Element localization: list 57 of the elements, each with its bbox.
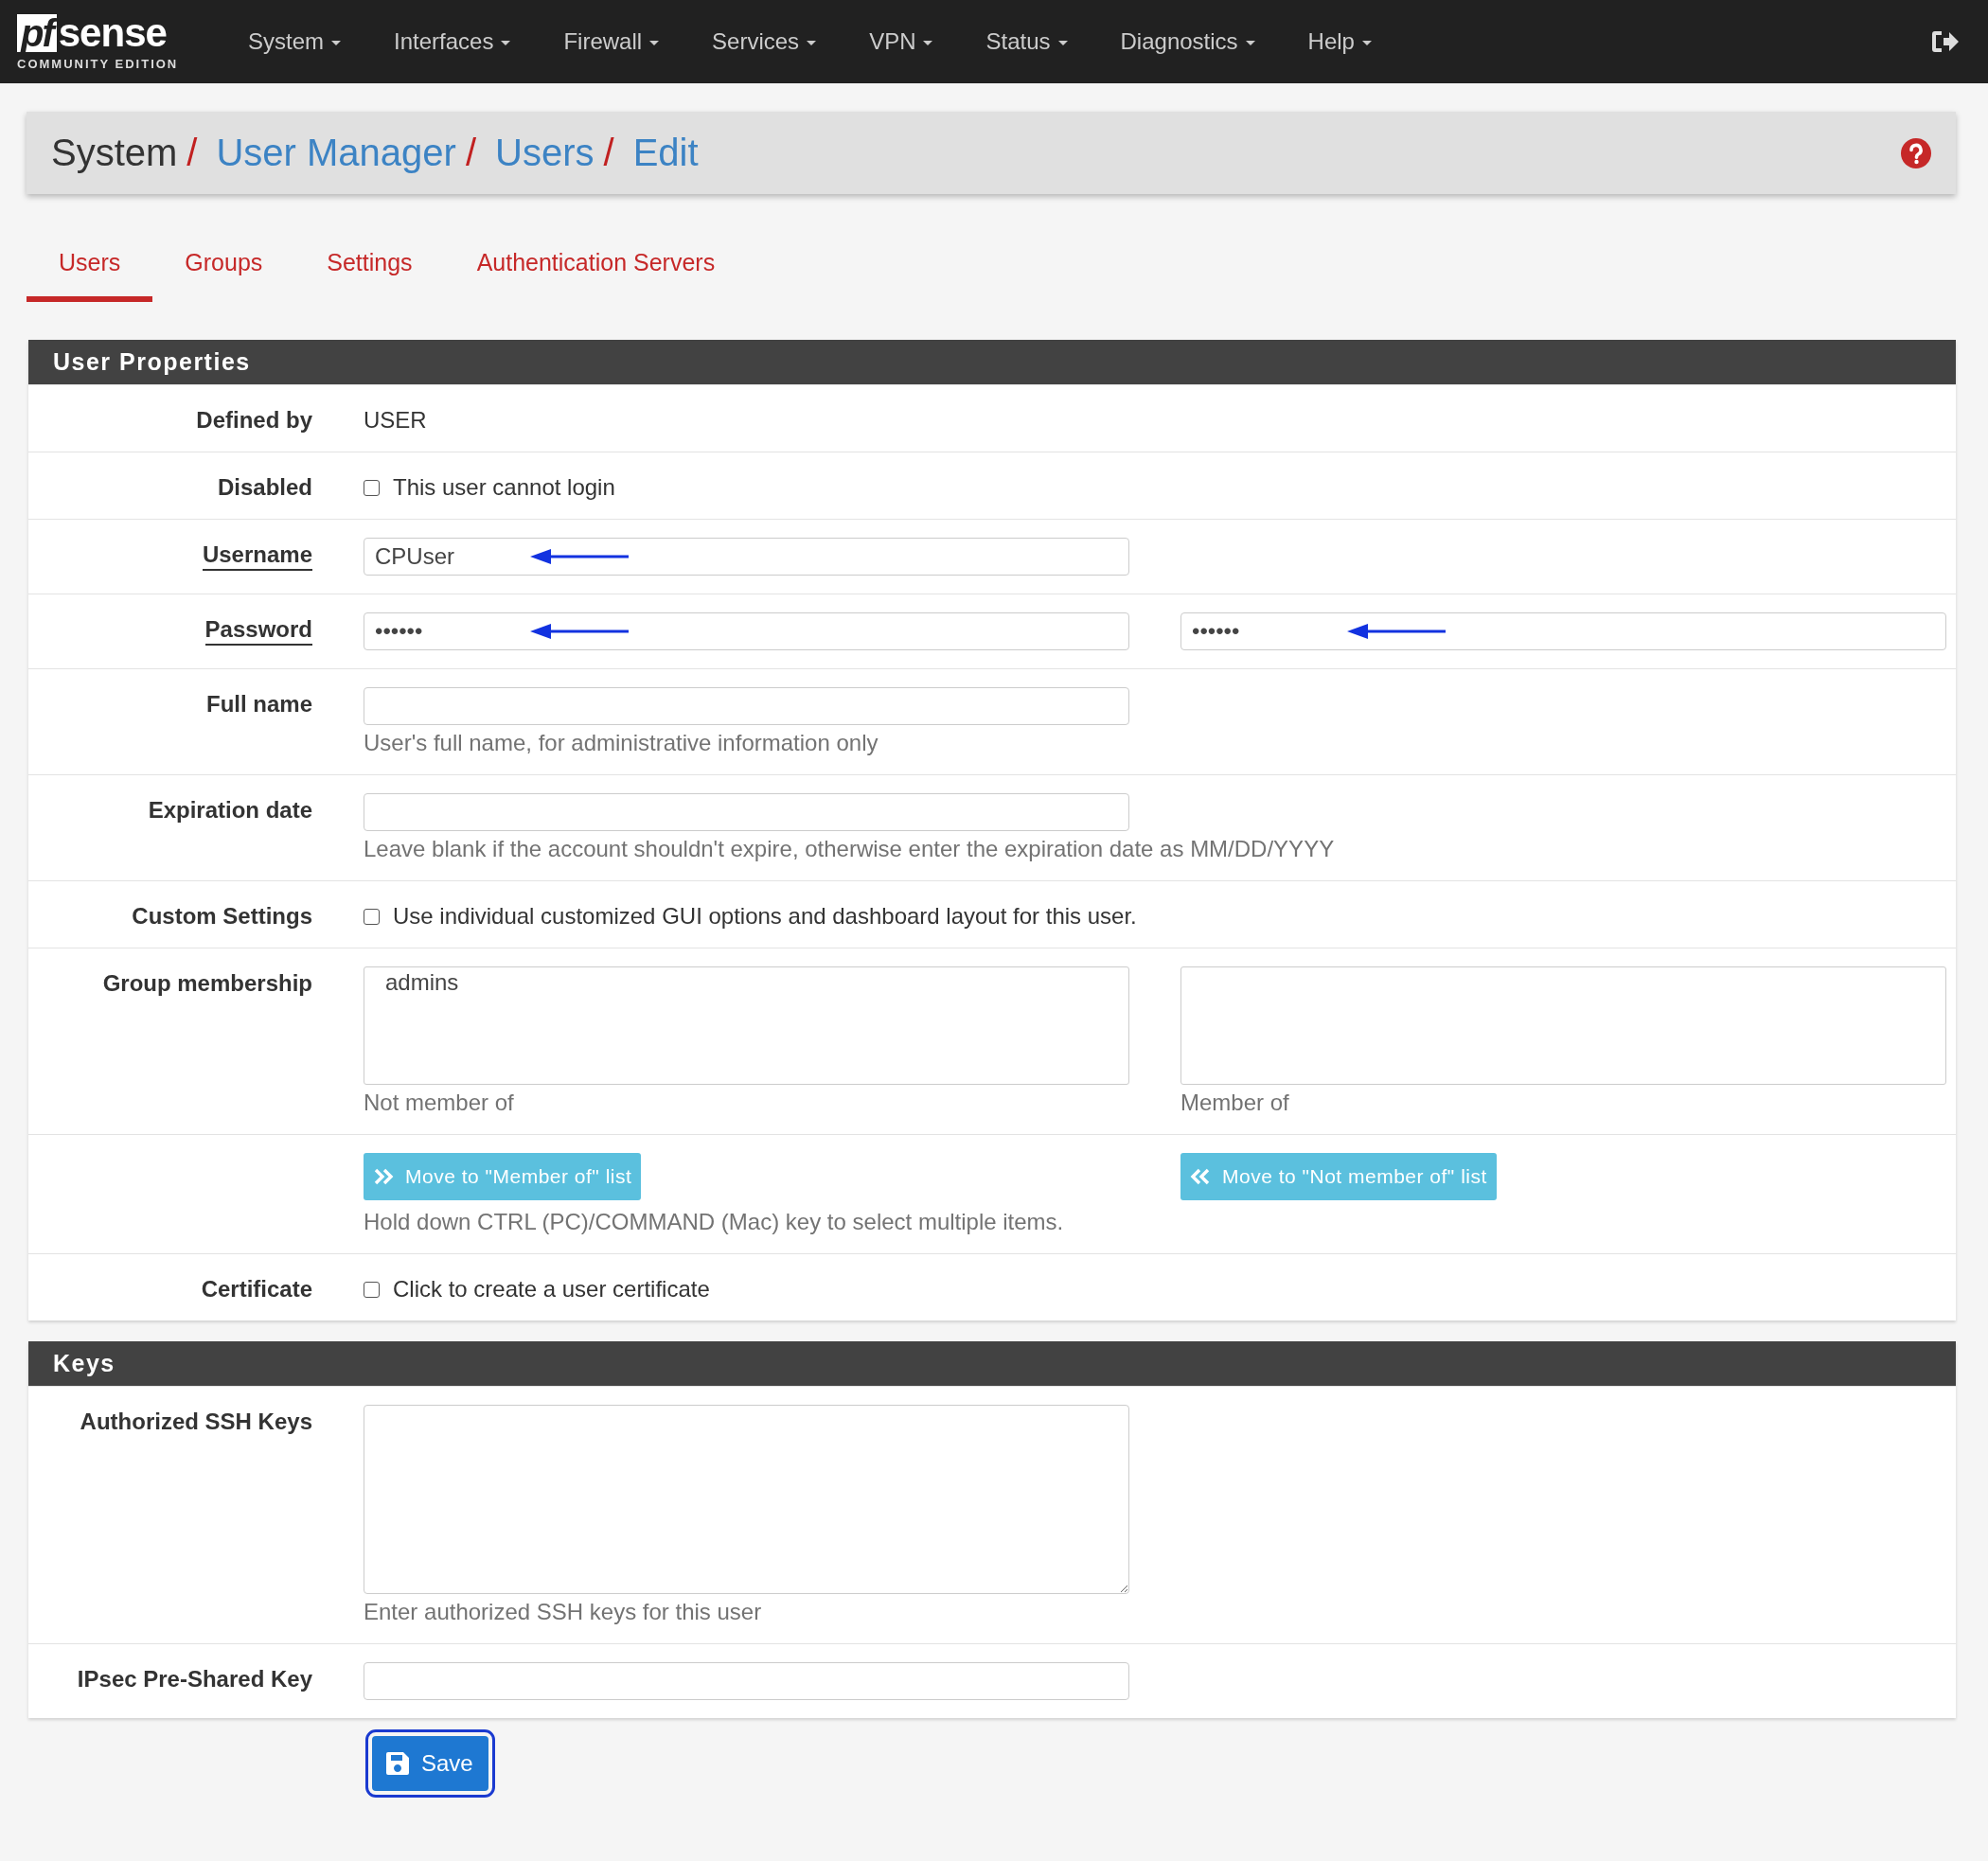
nav-menu[interactable]: Firewall [537, 28, 686, 55]
breadcrumb-separator: / [465, 132, 477, 174]
input-field[interactable]: •••••• [364, 612, 1129, 650]
breadcrumb-separator: / [186, 132, 198, 174]
field-label: IPsec Pre-Shared Key [77, 1665, 312, 1693]
field-label: Full name [205, 690, 312, 718]
logo-text: sense [58, 12, 167, 53]
nav-menu[interactable]: Help [1281, 28, 1398, 55]
checkbox[interactable] [364, 1281, 380, 1298]
help-text: Leave blank if the account shouldn't expire, otherwise enter the expiration date as MM/DD/YYYY [364, 836, 1336, 862]
checkbox-label: This user cannot login [393, 474, 615, 501]
input-field[interactable] [364, 687, 1129, 725]
field-label: Authorized SSH Keys [80, 1408, 312, 1435]
logo-mark: pf [17, 13, 57, 52]
nav-menu[interactable]: VPN [843, 28, 960, 55]
breadcrumb-text: System [51, 132, 178, 174]
breadcrumb-separator: / [603, 132, 614, 174]
tab[interactable]: Settings [294, 230, 445, 302]
list-box[interactable]: admins [364, 966, 1129, 1085]
checkbox[interactable] [364, 908, 380, 925]
checkbox-label: Use individual customized GUI options and dashboard layout for this user. [393, 903, 1137, 930]
checkbox[interactable] [364, 479, 380, 496]
list-caption: Not member of [364, 1090, 515, 1116]
help-icon[interactable] [1901, 137, 1931, 168]
logout-icon[interactable] [1931, 29, 1960, 54]
help-text: Enter authorized SSH keys for this user [364, 1599, 763, 1625]
field-label: Username [202, 538, 312, 571]
field-value: USER [364, 406, 428, 434]
double-chevron-icon [373, 1168, 394, 1185]
nav-menu[interactable]: Status [959, 28, 1094, 55]
help-text: Hold down CTRL (PC)/COMMAND (Mac) key to select multiple items. [364, 1209, 1065, 1235]
tab[interactable]: Users [27, 230, 153, 302]
tab[interactable]: Groups [152, 230, 295, 302]
field-label: Disabled [217, 473, 312, 501]
input-field[interactable] [364, 1662, 1129, 1700]
nav-menu[interactable]: Services [685, 28, 843, 55]
section-header: User Properties [28, 340, 1956, 384]
list-option[interactable]: admins [385, 969, 459, 996]
field-label: Certificate [201, 1275, 312, 1303]
input-field[interactable]: •••••• [1180, 612, 1946, 650]
tab[interactable]: Authentication Servers [444, 230, 748, 302]
help-text: User's full name, for administrative information only [364, 730, 879, 756]
field-label: Defined by [196, 406, 312, 434]
input-field[interactable]: CPUser [364, 538, 1129, 576]
field-label: Password [204, 612, 312, 646]
input-field[interactable] [364, 793, 1129, 831]
list-caption: Member of [1180, 1090, 1290, 1116]
field-label: Group membership [102, 969, 312, 997]
checkbox-label: Click to create a user certificate [393, 1276, 710, 1303]
edition-label: COMMUNITY EDITION [17, 56, 179, 71]
field-label: Expiration date [148, 796, 312, 824]
nav-menu[interactable]: Diagnostics [1093, 28, 1282, 55]
nav-menu[interactable]: Interfaces [367, 28, 538, 55]
section-header: Keys [28, 1341, 1956, 1386]
field-label: Custom Settings [132, 902, 312, 930]
nav-menu[interactable]: System [222, 28, 367, 55]
double-chevron-icon [1190, 1168, 1211, 1185]
